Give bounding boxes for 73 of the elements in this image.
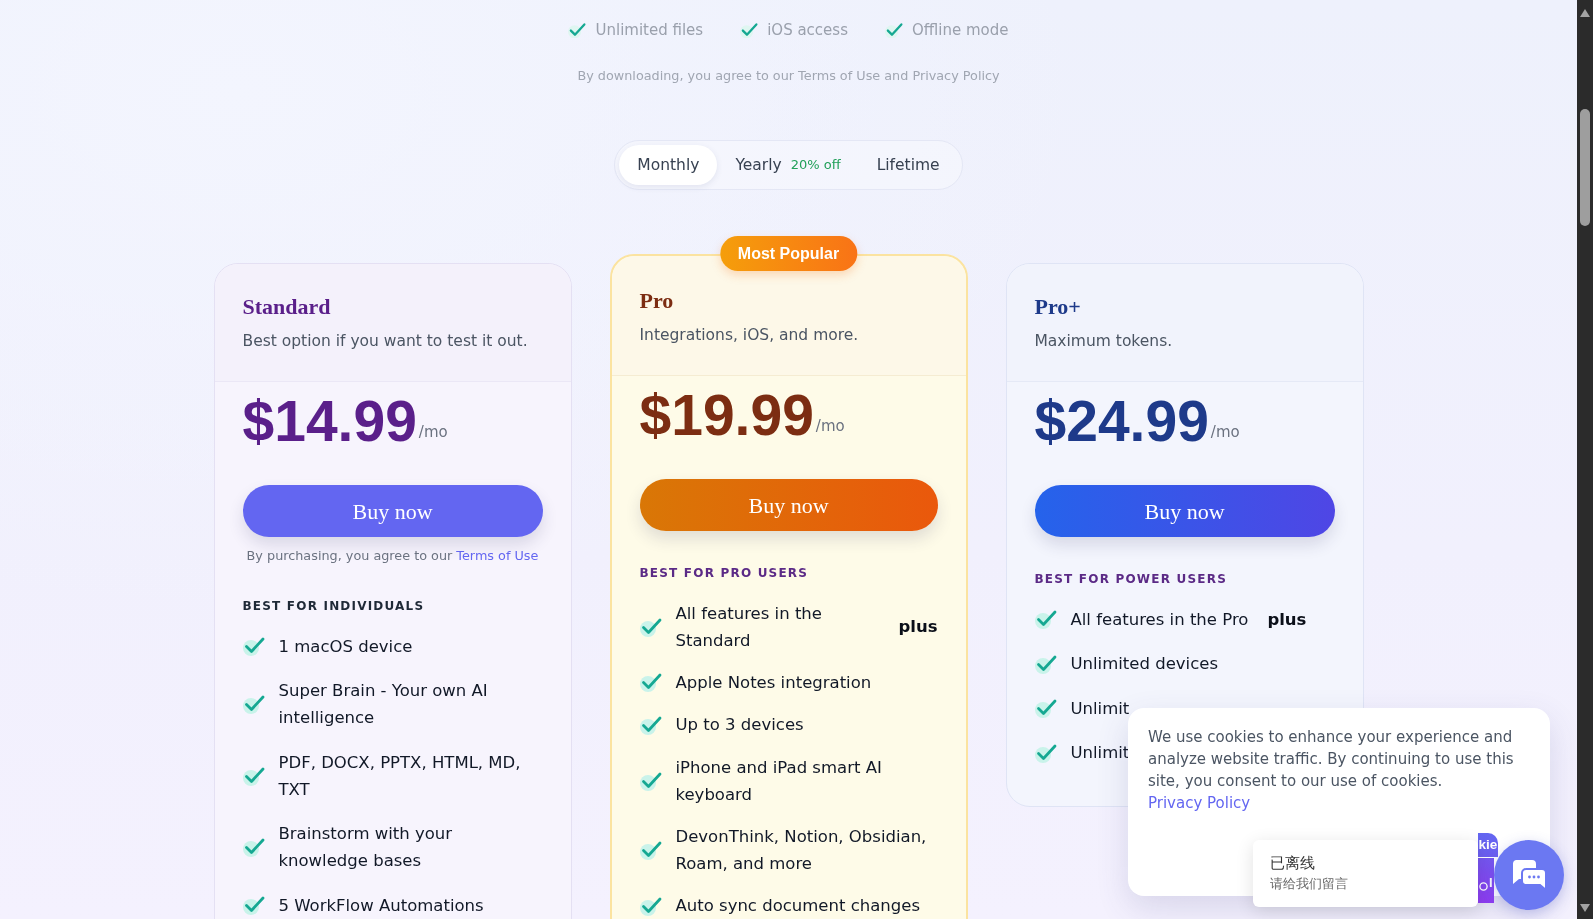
audience-label: BEST FOR POWER USERS — [1034, 571, 1228, 588]
check-icon — [242, 895, 265, 915]
buy-button[interactable]: Buy now — [1034, 485, 1335, 537]
terms-link[interactable]: Terms of Use — [456, 548, 539, 563]
privacy-link[interactable]: Privacy Policy — [1148, 794, 1251, 812]
floating-widget[interactable]: I — [1478, 858, 1494, 903]
feature-text: Auto sync document changes — [675, 895, 920, 918]
feature-text: Unlimit — [1070, 742, 1130, 764]
check-icon — [242, 694, 265, 714]
price-text: $14.99 — [242, 393, 417, 450]
cookie-text: We use cookies to enhance your experience and analyze website traffic. By continuing to use this site, you consent to our use of cookies. Privacy Policy — [1148, 727, 1515, 814]
check-icon — [740, 21, 759, 39]
check-icon — [242, 765, 265, 786]
check-icon — [639, 714, 662, 735]
check-icon — [639, 770, 662, 791]
agreement-text: By purchasing, you agree to our Terms of Use — [245, 548, 540, 564]
highlight-text: iOS access — [767, 20, 848, 41]
check-icon — [1034, 653, 1057, 674]
feature-text: 5 WorkFlow Automations — [278, 894, 484, 917]
buy-button[interactable]: Buy now — [639, 479, 938, 531]
period-text: /mo — [418, 422, 448, 442]
plan-description: Best option if you want to test it out. — [242, 331, 529, 352]
billing-tab[interactable]: Monthly — [619, 145, 718, 185]
buy-button[interactable]: Buy now — [242, 485, 543, 537]
check-icon — [568, 21, 587, 39]
feature-text: iPhone and iPad smart AI keyboard — [675, 756, 883, 806]
feature-text: Apple Notes integration — [675, 671, 872, 694]
plan-title: Pro+ — [1034, 293, 1082, 321]
plan-title: Pro — [639, 287, 675, 315]
plan-title: Standard — [242, 293, 332, 321]
check-icon — [1034, 698, 1057, 718]
chat-prompt: 请给我们留言 — [1270, 875, 1349, 893]
highlight-text: Offline mode — [911, 20, 1009, 41]
price-text: $24.99 — [1034, 393, 1209, 450]
check-icon — [1034, 742, 1057, 763]
feature-text: PDF, DOCX, PPTX, HTML, MD, TXT — [278, 751, 522, 801]
period-text: /mo — [815, 416, 845, 436]
feature-text: Super Brain - Your own AI intelligence — [278, 680, 489, 729]
feature-text: Unlimit — [1070, 697, 1130, 720]
check-icon — [639, 895, 662, 916]
feature-emphasis: plus — [1267, 608, 1307, 631]
circle-icon — [1479, 882, 1488, 891]
check-icon — [639, 672, 662, 693]
feature-emphasis: plus — [898, 616, 938, 638]
period-text: /mo — [1210, 422, 1240, 442]
check-icon — [242, 837, 265, 857]
check-icon — [1034, 609, 1057, 629]
plan-description: Maximum tokens. — [1034, 331, 1174, 352]
feature-text: All features in the Pro — [1070, 608, 1249, 631]
check-icon — [639, 616, 662, 637]
popular-badge: Most Popular — [719, 236, 858, 271]
feature-text: 1 macOS device — [278, 635, 413, 658]
check-icon — [884, 21, 903, 39]
check-icon — [242, 636, 265, 656]
price-text: $19.99 — [639, 387, 814, 444]
chat-card[interactable]: 已离线 请给我们留言 — [1253, 840, 1478, 907]
check-icon — [639, 840, 662, 861]
download-notice: By downloading, you agree to our Terms of Use and Privacy Policy — [577, 67, 1000, 85]
scrollbar[interactable] — [1577, 0, 1593, 919]
feature-text: DevonThink, Notion, Obsidian, Roam, and more — [675, 826, 928, 876]
widget-label: I — [1489, 875, 1493, 891]
audience-label: BEST FOR PRO USERS — [639, 565, 810, 582]
plan-description: Integrations, iOS, and more. — [639, 325, 860, 346]
feature-text: Brainstorm with your knowledge bases — [278, 823, 454, 872]
billing-tab[interactable]: Yearly 20% off — [717, 145, 859, 185]
billing-tab[interactable]: Lifetime — [858, 145, 958, 185]
feature-text: All features in the Standard — [675, 602, 823, 652]
audience-label: BEST FOR INDIVIDUALS — [242, 598, 426, 615]
highlight-text: Unlimited files — [595, 20, 704, 41]
feature-text: Unlimited devices — [1070, 653, 1218, 675]
discount-label: 20% off — [790, 156, 841, 174]
chat-status: 已离线 — [1270, 853, 1316, 874]
feature-text: Up to 3 devices — [675, 714, 804, 737]
